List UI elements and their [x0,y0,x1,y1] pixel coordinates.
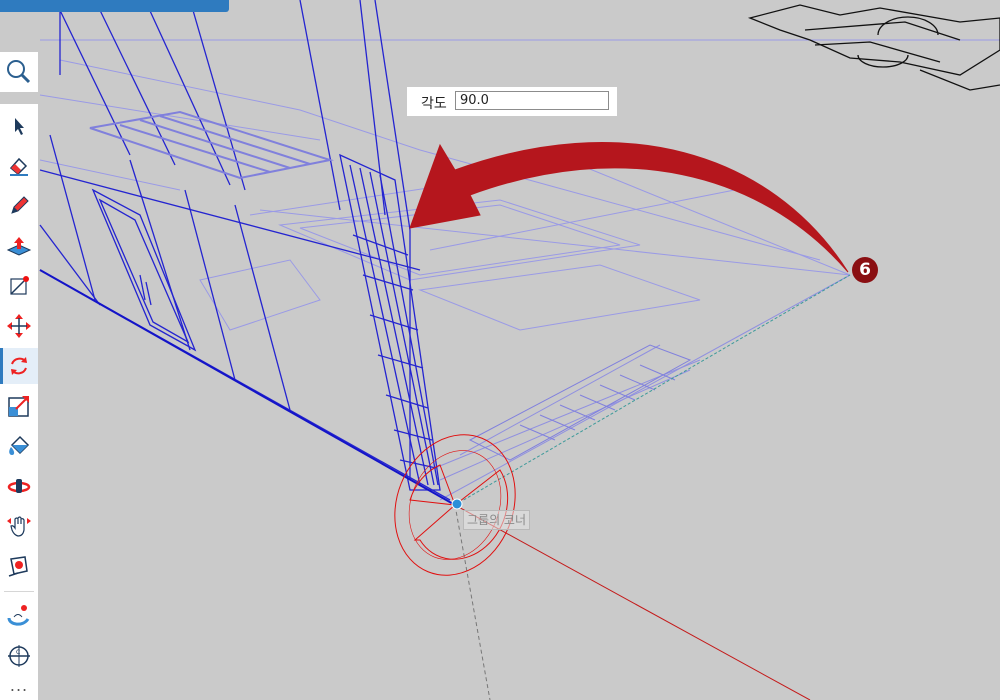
pencil-icon [11,196,29,214]
building-wireframe [39,0,451,501]
upper-stairs [89,110,334,180]
angle-label: 각도 [421,96,447,112]
push-pull-icon [6,237,32,256]
paint-bucket-icon [9,435,30,455]
angle-measurement-box: 각도 [407,87,617,116]
toolbar-separator [4,591,34,592]
follow-me-icon [7,605,30,626]
select-tool[interactable] [0,108,38,144]
green-axis [454,274,851,506]
angle-value-input[interactable] [455,91,609,110]
tape-measure-icon [8,556,28,577]
stair-ground [468,344,692,461]
inference-tooltip: 그룹의 코너 [463,510,531,530]
bottom-edge [39,269,456,506]
follow-me-tool[interactable] [0,598,38,634]
cursor-arrow-icon [15,118,24,135]
paint-bucket-tool[interactable] [0,428,38,464]
orbit-icon [7,479,31,493]
eraser-tool[interactable] [0,148,38,184]
more-tools-button[interactable]: ... [0,678,38,698]
rotation-origin-point [451,498,463,510]
blue-axis [454,504,491,700]
axes [39,269,851,700]
line-endpoint-icon [10,276,29,295]
orbit-tool[interactable] [0,468,38,504]
search-icon[interactable] [0,52,38,92]
tool-palette: C ... [0,104,38,700]
move-tool[interactable] [0,308,38,344]
far-model-outline [747,4,1000,91]
step-number-badge: 6 [852,257,878,283]
protractor-tool[interactable]: C [0,638,38,674]
pan-hand-icon [7,516,31,537]
eraser-icon [9,157,28,176]
svg-text:C: C [16,649,20,656]
push-pull-tool[interactable] [0,228,38,264]
top-bar [0,0,229,12]
move-arrows-icon [7,314,31,338]
rotate-icon [11,357,27,375]
scale-icon [8,396,29,417]
line-tool[interactable] [0,268,38,304]
scale-tool[interactable] [0,388,38,424]
pencil-tool[interactable] [0,188,38,224]
pan-tool[interactable] [0,508,38,544]
protractor-icon: C [8,645,30,667]
search-panel[interactable] [0,52,38,92]
red-axis [454,504,811,700]
rotate-tool[interactable] [0,348,38,384]
tape-measure-tool[interactable] [0,548,38,584]
